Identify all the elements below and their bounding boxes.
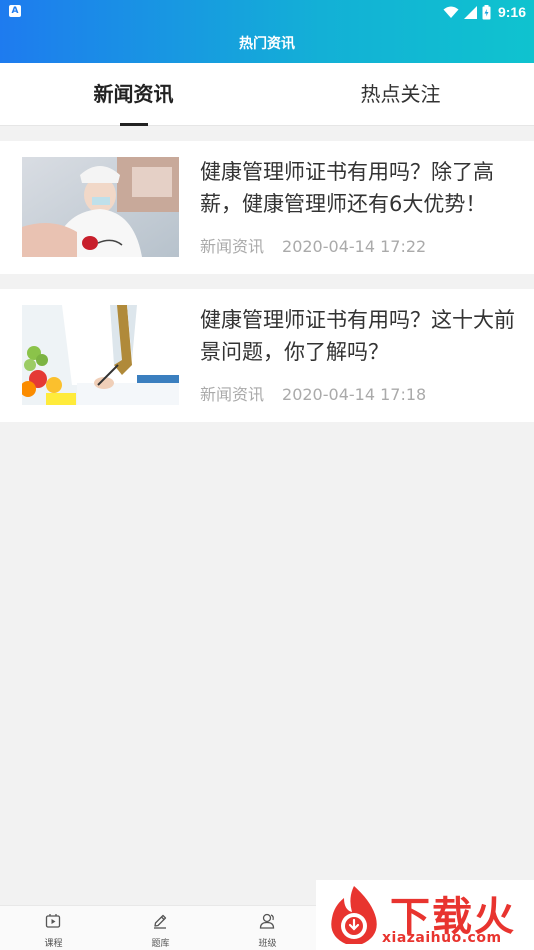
battery-icon — [482, 4, 491, 19]
nav-item-question-bank[interactable]: 题库 — [107, 906, 214, 950]
watermark-url: xiazaihuo.com — [382, 930, 502, 946]
app-notification-icon: A — [9, 5, 21, 17]
nav-label: 班级 — [258, 939, 277, 949]
status-icons: 9:16 — [443, 3, 526, 21]
page-title: 热门资讯 — [239, 36, 295, 52]
article-thumbnail — [22, 305, 179, 405]
play-icon — [45, 914, 61, 928]
active-tab-indicator — [120, 123, 148, 126]
article-thumbnail — [22, 157, 179, 257]
article-meta: 新闻资讯 2020-04-14 17:22 — [200, 233, 426, 257]
wifi-icon — [443, 6, 459, 18]
app-header: A 9:16 热门资讯 — [0, 0, 534, 63]
watermark: 下载火 xiazaihuo.com — [316, 880, 534, 950]
article-datetime: 2020-04-14 17:22 — [282, 237, 427, 256]
tab-news[interactable]: 新闻资讯 — [0, 63, 267, 126]
signal-icon — [463, 5, 477, 19]
group-icon — [259, 913, 275, 929]
status-bar: A 9:16 — [0, 0, 534, 24]
article-meta: 新闻资讯 2020-04-14 17:18 — [200, 381, 426, 405]
article-card[interactable]: 健康管理师证书有用吗？除了高薪，健康管理师还有6大优势！ 新闻资讯 2020-04… — [0, 141, 534, 274]
article-datetime: 2020-04-14 17:18 — [282, 385, 427, 404]
article-card[interactable]: 健康管理师证书有用吗？这十大前景问题，你了解吗？ 新闻资讯 2020-04-14 … — [0, 289, 534, 422]
article-title: 健康管理师证书有用吗？除了高薪，健康管理师还有6大优势！ — [200, 160, 494, 216]
nav-label: 课程 — [44, 939, 63, 949]
status-time: 9:16 — [497, 4, 526, 20]
pencil-icon — [154, 914, 167, 929]
article-category: 新闻资讯 — [200, 385, 265, 404]
flame-logo-icon — [331, 886, 377, 944]
article-title: 健康管理师证书有用吗？这十大前景问题，你了解吗？ — [200, 308, 515, 364]
tab-hot-topics[interactable]: 热点关注 — [267, 63, 534, 126]
tab-bar: 新闻资讯 热点关注 — [0, 63, 534, 126]
nav-label: 题库 — [151, 939, 170, 949]
nav-item-courses[interactable]: 课程 — [0, 906, 107, 950]
nav-item-classes[interactable]: 班级 — [214, 906, 321, 950]
article-list: 健康管理师证书有用吗？除了高薪，健康管理师还有6大优势！ 新闻资讯 2020-04… — [0, 141, 534, 437]
article-category: 新闻资讯 — [200, 237, 265, 256]
